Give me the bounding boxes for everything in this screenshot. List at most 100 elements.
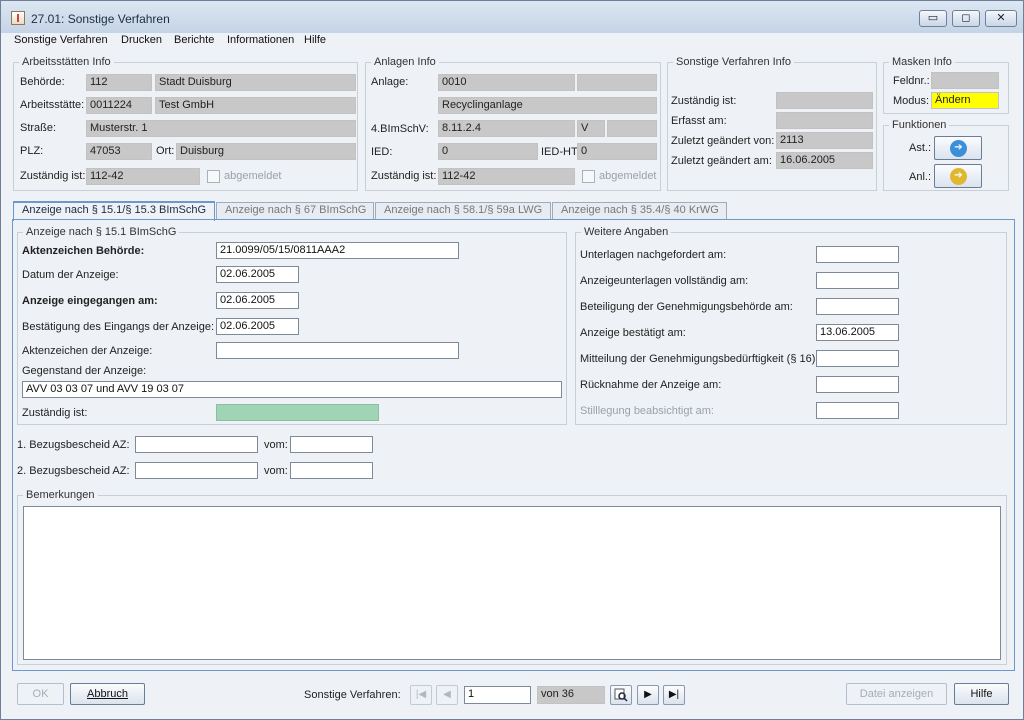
ied-label: IED: <box>371 146 393 158</box>
tab-strip: Anzeige nach § 15.1/§ 15.3 BImSchG Anzei… <box>13 201 1013 221</box>
ok-button[interactable]: OK <box>17 683 64 705</box>
abgemeldet-label: abgemeldet <box>224 170 282 182</box>
ast-arrow-icon: ➔ <box>950 140 967 157</box>
beteiligung-input[interactable] <box>816 298 899 315</box>
prev-record-button[interactable]: ◀ <box>436 685 458 705</box>
datum-label: Datum der Anzeige: <box>22 269 119 281</box>
anzeige-group: Anzeige nach § 15.1 BImSchG Aktenzeichen… <box>17 226 567 425</box>
bezug2-vom-input[interactable] <box>290 462 373 479</box>
arbeitsstaette-name-field: Test GmbH <box>155 97 356 114</box>
search-icon <box>614 688 628 702</box>
bezug1-vom-input[interactable] <box>290 436 373 453</box>
tab-anzeige-67[interactable]: Anzeige nach § 67 BImSchG <box>216 202 374 219</box>
hilfe-button[interactable]: Hilfe <box>954 683 1009 705</box>
menu-drucken[interactable]: Drucken <box>121 34 162 46</box>
mitteilung-input[interactable] <box>816 350 899 367</box>
az-anzeige-label: Aktenzeichen der Anzeige: <box>22 345 153 357</box>
anlage-label: Anlage: <box>371 76 409 88</box>
ast-label: Ast.: <box>909 142 932 154</box>
unterlagen-label: Unterlagen nachgefordert am: <box>580 249 727 261</box>
bemerkungen-group: Bemerkungen <box>17 489 1007 665</box>
bimschv-label: 4.BImSchV: <box>371 123 429 135</box>
tab-anzeige-58[interactable]: Anzeige nach § 58.1/§ 59a LWG <box>375 202 551 219</box>
anlage-field: 0010 <box>438 74 575 91</box>
unterlagen-input[interactable] <box>816 246 899 263</box>
last-record-button[interactable]: ▶| <box>663 685 685 705</box>
menu-informationen[interactable]: Informationen <box>227 34 294 46</box>
next-record-button[interactable]: ▶ <box>637 685 659 705</box>
abbruch-button[interactable]: Abbruch <box>70 683 145 705</box>
abbruch-label: Abbruch <box>87 688 128 700</box>
arbeitsstaette-label: Arbeitsstätte: <box>20 99 85 111</box>
tab-anzeige-15[interactable]: Anzeige nach § 15.1/§ 15.3 BImSchG <box>13 201 215 221</box>
az-behoerde-label: Aktenzeichen Behörde: <box>22 245 145 257</box>
anlage-abgemeldet-checkbox[interactable] <box>582 170 595 183</box>
search-record-button[interactable] <box>610 685 632 705</box>
feldnr-label: Feldnr.: <box>893 75 930 87</box>
bestaetigung-input[interactable]: 02.06.2005 <box>216 318 299 335</box>
bezug2-vom-label: vom: <box>264 465 288 477</box>
bezug2-az-input[interactable] <box>135 462 258 479</box>
sv-zustaendig-field <box>776 92 873 109</box>
erfasst-label: Erfasst am: <box>671 115 727 127</box>
menu-hilfe[interactable]: Hilfe <box>304 34 326 46</box>
anlage-name-field: Recyclinganlage <box>438 97 657 114</box>
bimschv-extra-field <box>607 120 657 137</box>
abgemeldet-checkbox[interactable] <box>207 170 220 183</box>
vollstaendig-label: Anzeigeunterlagen vollständig am: <box>580 275 749 287</box>
bimschv-v-field: V <box>577 120 605 137</box>
maximize-button[interactable]: ◻ <box>952 10 980 27</box>
sv-zustaendig-label: Zuständig ist: <box>671 95 737 107</box>
bemerkungen-textarea[interactable] <box>23 506 1001 660</box>
masken-info-group: Masken Info Feldnr.: Modus: Ändern <box>883 56 1009 114</box>
bestaetigt-input[interactable]: 13.06.2005 <box>816 324 899 341</box>
close-button[interactable]: ✕ <box>985 10 1017 27</box>
datum-input[interactable]: 02.06.2005 <box>216 266 299 283</box>
mitteilung-label: Mitteilung der Genehmigungsbedürftigkeit… <box>580 353 819 365</box>
anl-button[interactable]: ➔ <box>934 164 982 188</box>
sv-info-legend: Sonstige Verfahren Info <box>673 56 794 68</box>
record-total: von 36 <box>537 686 605 704</box>
weitere-angaben-group: Weitere Angaben Unterlagen nachgefordert… <box>575 226 1007 425</box>
gegenstand-input[interactable]: AVV 03 03 07 und AVV 19 03 07 <box>22 381 562 398</box>
first-record-button[interactable]: |◀ <box>410 685 432 705</box>
anlagen-info-legend: Anlagen Info <box>371 56 439 68</box>
vollstaendig-input[interactable] <box>816 272 899 289</box>
anlage-zustaendig-field: 112-42 <box>438 168 575 185</box>
arbeitsstaetten-info-legend: Arbeitsstätten Info <box>19 56 114 68</box>
plz-field: 47053 <box>86 143 152 160</box>
behoerde-code-field: 112 <box>86 74 152 91</box>
zustaendig-label: Zuständig ist: <box>20 170 86 182</box>
bestaetigt-label: Anzeige bestätigt am: <box>580 327 686 339</box>
anlage-zustaendig-label: Zuständig ist: <box>371 170 437 182</box>
stilllegung-label: Stilllegung beabsichtigt am: <box>580 405 714 417</box>
eingegangen-label: Anzeige eingegangen am: <box>22 295 158 307</box>
behoerde-label: Behörde: <box>20 76 65 88</box>
geaendert-von-field: 2113 <box>776 132 873 149</box>
geaendert-am-label: Zuletzt geändert am: <box>671 155 772 167</box>
az-anzeige-input[interactable] <box>216 342 459 359</box>
tab-anzeige-35[interactable]: Anzeige nach § 35.4/§ 40 KrWG <box>552 202 727 219</box>
arbeitsstaette-code-field: 0011224 <box>86 97 152 114</box>
eingegangen-input[interactable]: 02.06.2005 <box>216 292 299 309</box>
funktionen-legend: Funktionen <box>889 119 950 131</box>
ast-button[interactable]: ➔ <box>934 136 982 160</box>
sv-info-group: Sonstige Verfahren Info Zuständig ist: E… <box>667 56 877 191</box>
menu-sonstige-verfahren[interactable]: Sonstige Verfahren <box>14 34 108 46</box>
anlage-extra-field <box>577 74 657 91</box>
bemerkungen-legend: Bemerkungen <box>23 489 98 501</box>
strasse-label: Straße: <box>20 122 57 134</box>
menu-berichte[interactable]: Berichte <box>174 34 214 46</box>
nav-label: Sonstige Verfahren: <box>304 689 401 701</box>
az-behoerde-input[interactable]: 21.0099/05/15/0811AAA2 <box>216 242 459 259</box>
anzeige-zustaendig-field[interactable] <box>216 404 379 421</box>
feldnr-field <box>931 72 999 89</box>
datei-anzeigen-button[interactable]: Datei anzeigen <box>846 683 947 705</box>
stilllegung-input[interactable] <box>816 402 899 419</box>
beteiligung-label: Beteiligung der Genehmigungsbehörde am: <box>580 301 793 313</box>
ruecknahme-input[interactable] <box>816 376 899 393</box>
bezug1-az-input[interactable] <box>135 436 258 453</box>
record-input[interactable]: 1 <box>464 686 531 704</box>
minimize-button[interactable]: ▭ <box>919 10 947 27</box>
ort-label: Ort: <box>156 145 175 157</box>
